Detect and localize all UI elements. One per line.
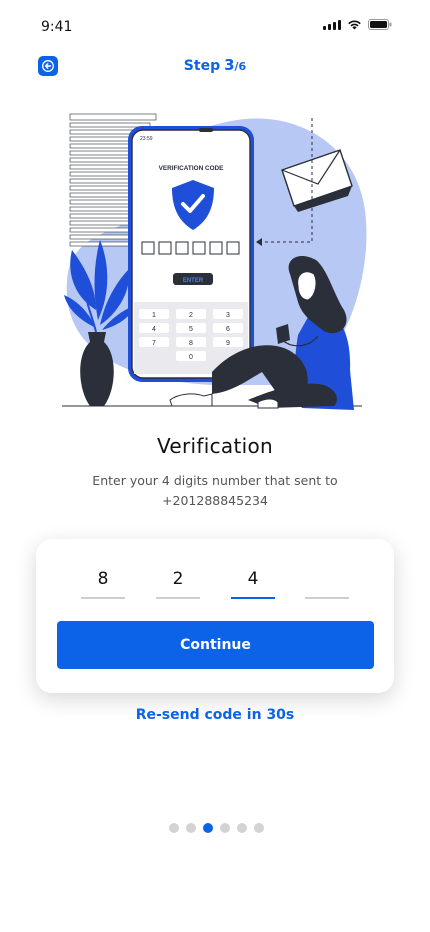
phone-keypad-label: 0 — [189, 354, 193, 361]
phone-keypad-label: 2 — [189, 312, 193, 319]
phone-keypad-label: 6 — [226, 326, 230, 333]
otp-digit-4[interactable] — [305, 565, 349, 599]
pagination-dots — [169, 823, 264, 833]
phone-keypad-label: 8 — [189, 340, 193, 347]
step-word: Step — [183, 58, 221, 74]
otp-digit-1[interactable]: 8 — [81, 565, 125, 599]
phone-keypad-label: 7 — [152, 340, 156, 347]
phone-enter-button: ENTER — [183, 278, 204, 284]
pagination-dot[interactable] — [220, 823, 230, 833]
page-title: Verification — [157, 434, 273, 458]
phone-graphic: 23:59 VERIFICATION CODE ENTER 1 2 3 4 5 6 7 8 9 0 — [128, 126, 254, 382]
description: Enter your 4 digits number that sent to … — [70, 471, 360, 511]
pagination-dot[interactable] — [237, 823, 247, 833]
step-total: /6 — [234, 60, 247, 73]
phone-keypad-label: 5 — [189, 326, 193, 333]
pagination-dot[interactable] — [254, 823, 264, 833]
wifi-icon — [347, 19, 362, 30]
phone-heading: VERIFICATION CODE — [159, 165, 225, 172]
step-current: 3 — [224, 56, 235, 74]
otp-digit-3[interactable]: 4 — [231, 565, 275, 599]
status-time: 9:41 — [41, 19, 73, 35]
otp-input-group: 8 2 4 — [81, 565, 349, 599]
battery-icon — [368, 19, 392, 30]
phone-time: 23:59 — [140, 136, 153, 142]
pagination-dot[interactable] — [186, 823, 196, 833]
phone-number: +201288845234 — [162, 493, 268, 508]
otp-digit-2[interactable]: 2 — [156, 565, 200, 599]
step-indicator: Step 3/6 — [0, 56, 430, 74]
phone-keypad-label: 3 — [226, 312, 230, 319]
otp-card: 8 2 4 Continue — [36, 539, 394, 693]
signal-icon — [323, 19, 341, 30]
phone-keypad-label: 9 — [226, 340, 230, 347]
pagination-dot[interactable] — [203, 823, 213, 833]
verification-illustration: 23:59 VERIFICATION CODE ENTER 1 2 3 4 5 6 7 8 9 0 — [62, 113, 367, 410]
resend-code-link[interactable]: Re-send code in 30s — [0, 707, 430, 723]
continue-button[interactable]: Continue — [57, 621, 374, 669]
status-bar: 9:41 — [0, 0, 430, 50]
pagination-dot[interactable] — [169, 823, 179, 833]
status-icons — [323, 19, 392, 30]
description-text: Enter your 4 digits number that sent to — [92, 473, 338, 488]
phone-keypad-label: 1 — [152, 312, 156, 319]
phone-keypad-label: 4 — [152, 326, 156, 333]
